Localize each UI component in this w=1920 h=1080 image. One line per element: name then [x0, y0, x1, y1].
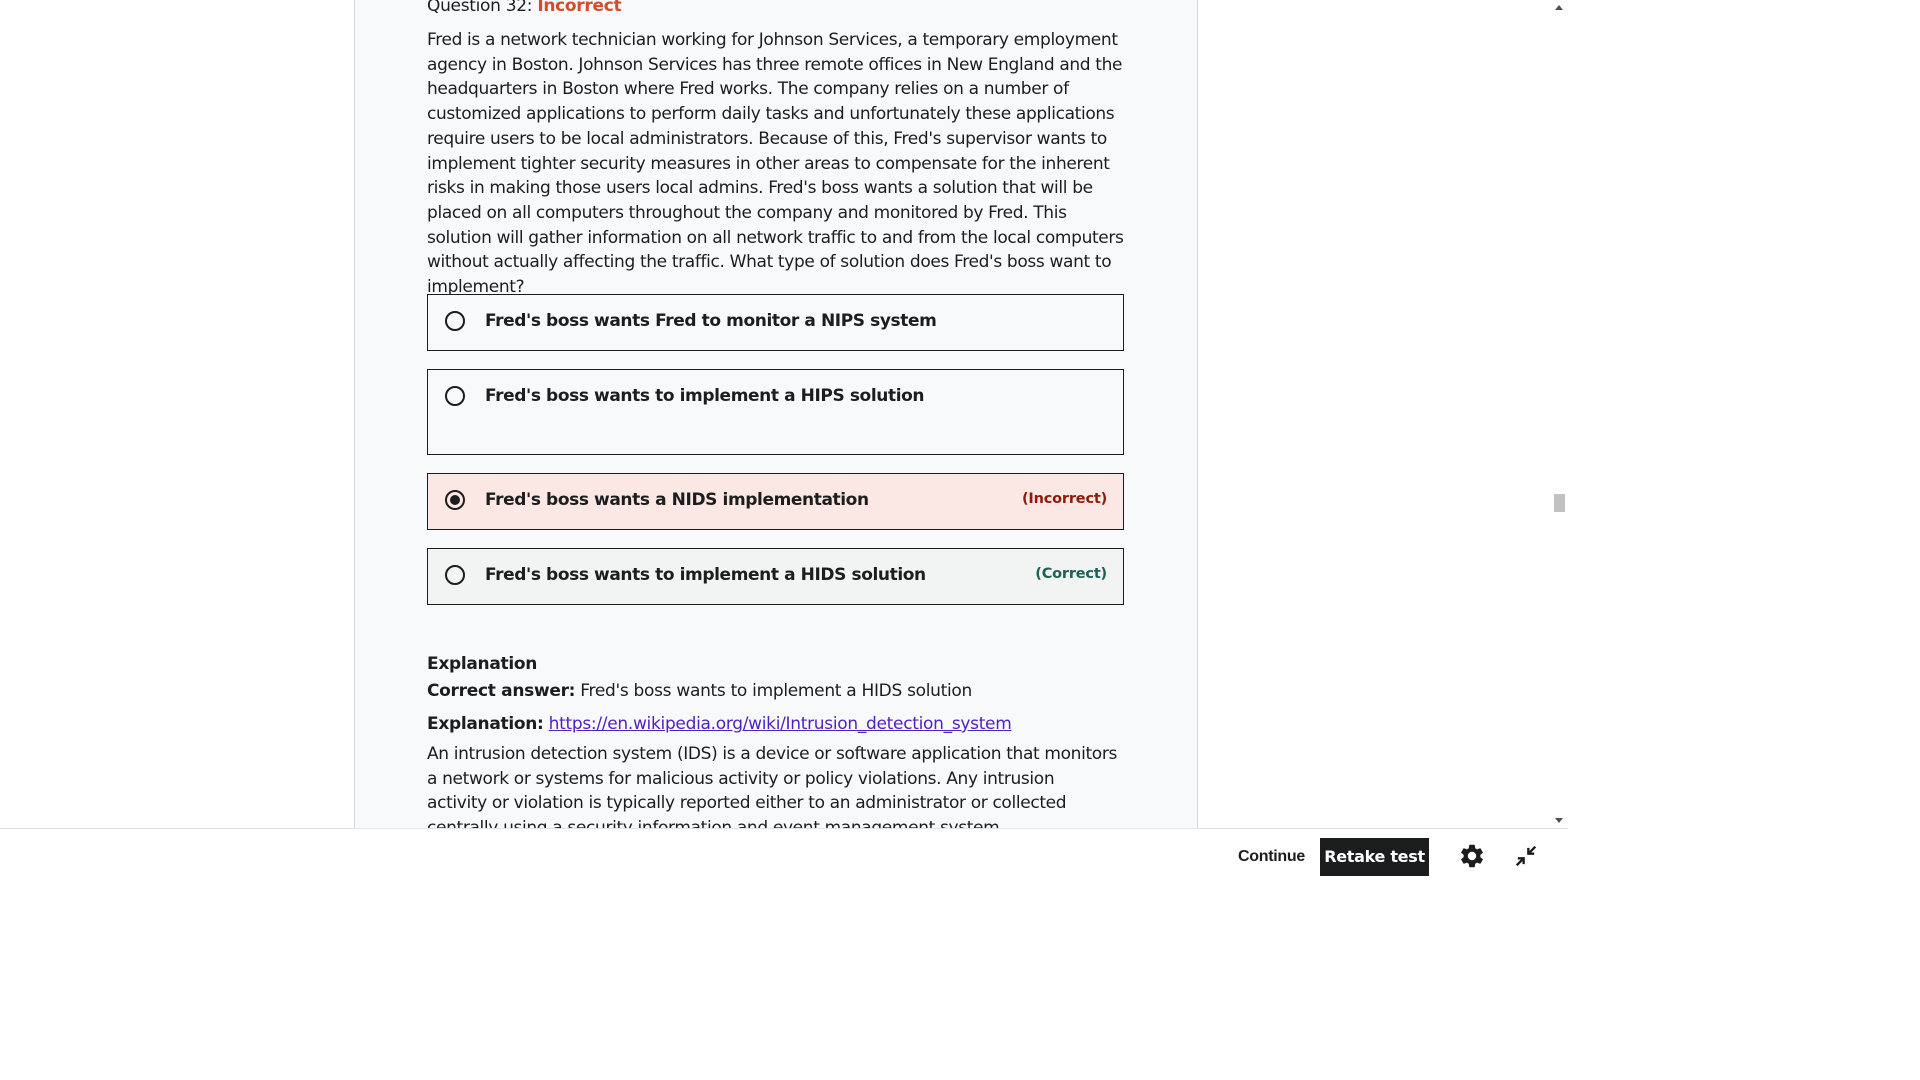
- correct-answer-value: Fred's boss wants to implement a HIDS so…: [580, 681, 972, 701]
- continue-button[interactable]: Continue: [1226, 838, 1317, 876]
- answer-option-3[interactable]: Fred's boss wants a NIDS implementation …: [427, 473, 1124, 530]
- question-status: Incorrect: [537, 0, 622, 16]
- explanation-title: Explanation: [427, 654, 538, 674]
- quiz-review-page: Question 32: Incorrect Fred is a network…: [0, 0, 1568, 882]
- answer-option-2[interactable]: Fred's boss wants to implement a HIPS so…: [427, 369, 1124, 455]
- answer-label: Fred's boss wants to implement a HIPS so…: [485, 386, 925, 406]
- correct-tag: (Correct): [1035, 566, 1107, 582]
- explanation-label: Explanation:: [427, 714, 544, 734]
- gear-icon[interactable]: [1458, 842, 1486, 870]
- answer-option-1[interactable]: Fred's boss wants Fred to monitor a NIPS…: [427, 294, 1124, 351]
- retake-test-button[interactable]: Retake test: [1320, 838, 1429, 876]
- radio-button-selected[interactable]: [445, 490, 465, 510]
- collapse-icon[interactable]: [1512, 842, 1540, 870]
- answer-option-4[interactable]: Fred's boss wants to implement a HIDS so…: [427, 548, 1124, 605]
- footer-bar: Continue Retake test: [0, 828, 1568, 882]
- question-text: Fred is a network technician working for…: [427, 30, 1124, 298]
- answer-label: Fred's boss wants to implement a HIDS so…: [485, 565, 926, 585]
- answer-label: Fred's boss wants Fred to monitor a NIPS…: [485, 311, 937, 331]
- scroll-up-icon[interactable]: [1555, 5, 1563, 10]
- correct-answer-line: Correct answer: Fred's boss wants to imp…: [427, 679, 972, 703]
- question-number: Question 32:: [427, 0, 533, 16]
- vertical-scrollbar[interactable]: [1551, 0, 1568, 828]
- explanation-link-line: Explanation: https://en.wikipedia.org/wi…: [427, 712, 1012, 736]
- explanation-link[interactable]: https://en.wikipedia.org/wiki/Intrusion_…: [549, 714, 1012, 734]
- scroll-thumb[interactable]: [1554, 494, 1565, 512]
- radio-button[interactable]: [445, 565, 465, 585]
- incorrect-tag: (Incorrect): [1022, 491, 1107, 507]
- correct-answer-label: Correct answer:: [427, 681, 576, 701]
- question-panel: Question 32: Incorrect Fred is a network…: [354, 0, 1198, 828]
- scroll-down-icon[interactable]: [1555, 818, 1563, 823]
- radio-button[interactable]: [445, 311, 465, 331]
- answer-label: Fred's boss wants a NIDS implementation: [485, 490, 869, 510]
- question-heading: Question 32: Incorrect: [427, 0, 622, 18]
- radio-button[interactable]: [445, 386, 465, 406]
- explanation-body: An intrusion detection system (IDS) is a…: [427, 744, 1117, 828]
